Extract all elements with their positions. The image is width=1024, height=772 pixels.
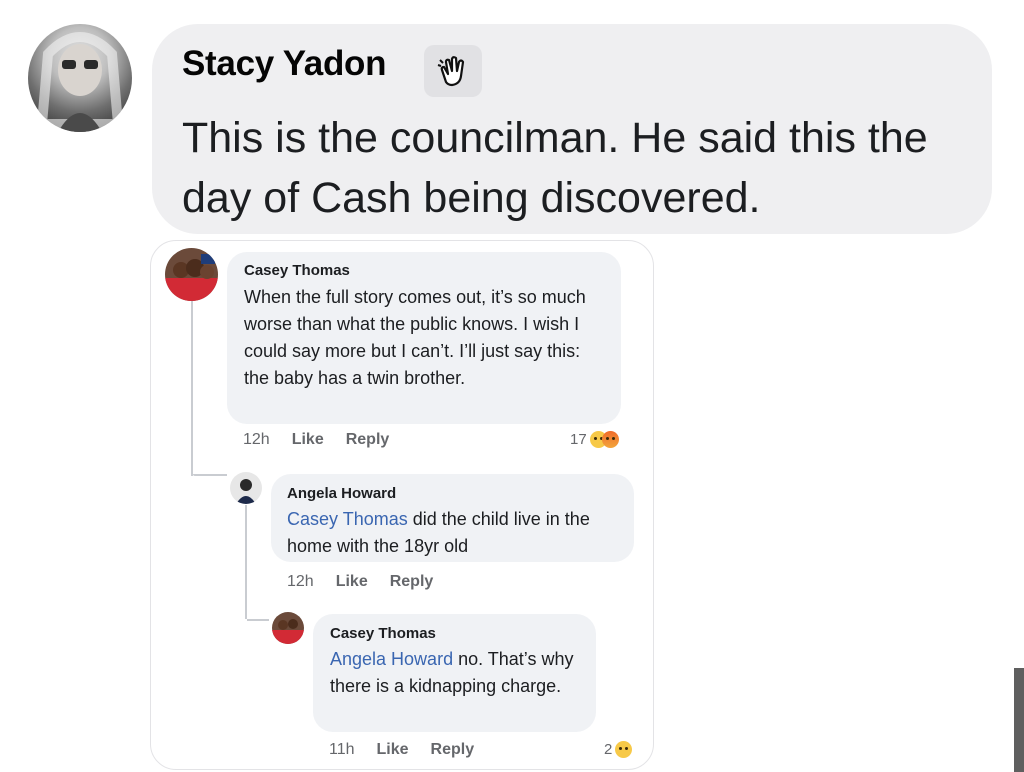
casey-thomas-avatar[interactable] bbox=[165, 248, 218, 301]
reaction-count: 17 bbox=[570, 431, 587, 448]
waving-hand-icon bbox=[424, 45, 482, 97]
scrollbar[interactable] bbox=[1014, 668, 1024, 772]
reply-button[interactable]: Reply bbox=[346, 431, 390, 448]
mention-link[interactable]: Casey Thomas bbox=[287, 509, 408, 529]
comment-meta: 11h Like Reply bbox=[329, 741, 496, 759]
sad-emoji-icon bbox=[615, 741, 633, 758]
thread-line bbox=[191, 300, 193, 476]
angela-howard-avatar[interactable] bbox=[230, 472, 262, 504]
main-comment-author[interactable]: Stacy Yadon bbox=[182, 44, 387, 84]
like-button[interactable]: Like bbox=[292, 431, 324, 448]
comment-time[interactable]: 12h bbox=[243, 431, 270, 448]
comment-meta: 12h Like Reply bbox=[243, 431, 411, 449]
comment-meta: 12h Like Reply bbox=[287, 573, 455, 591]
comment-text: Angela Howard no. That’s why there is a … bbox=[330, 646, 585, 700]
angry-emoji-icon bbox=[601, 431, 619, 448]
mention-link[interactable]: Angela Howard bbox=[330, 649, 453, 669]
comment-author[interactable]: Angela Howard bbox=[287, 485, 396, 502]
stacy-avatar[interactable] bbox=[28, 24, 132, 132]
like-button[interactable]: Like bbox=[377, 741, 409, 758]
thread-line bbox=[193, 474, 227, 476]
comment-time[interactable]: 12h bbox=[287, 573, 314, 590]
like-button[interactable]: Like bbox=[336, 573, 368, 590]
comment-author[interactable]: Casey Thomas bbox=[244, 262, 350, 279]
reply-button[interactable]: Reply bbox=[390, 573, 434, 590]
reply-button[interactable]: Reply bbox=[431, 741, 475, 758]
reaction-count: 2 bbox=[604, 741, 613, 758]
thread-line bbox=[247, 619, 269, 621]
comment-text: Casey Thomas did the child live in the h… bbox=[287, 506, 627, 560]
comment-text: When the full story comes out, it’s so m… bbox=[244, 287, 586, 388]
main-comment-text: This is the councilman. He said this the… bbox=[182, 114, 928, 222]
casey-thomas-avatar[interactable] bbox=[272, 612, 304, 644]
comment-author[interactable]: Casey Thomas bbox=[330, 625, 436, 642]
thread-line bbox=[245, 505, 247, 619]
reaction-summary[interactable]: 17 bbox=[570, 431, 619, 448]
comment-time[interactable]: 11h bbox=[329, 741, 355, 758]
reaction-summary[interactable]: 2 bbox=[604, 741, 633, 758]
